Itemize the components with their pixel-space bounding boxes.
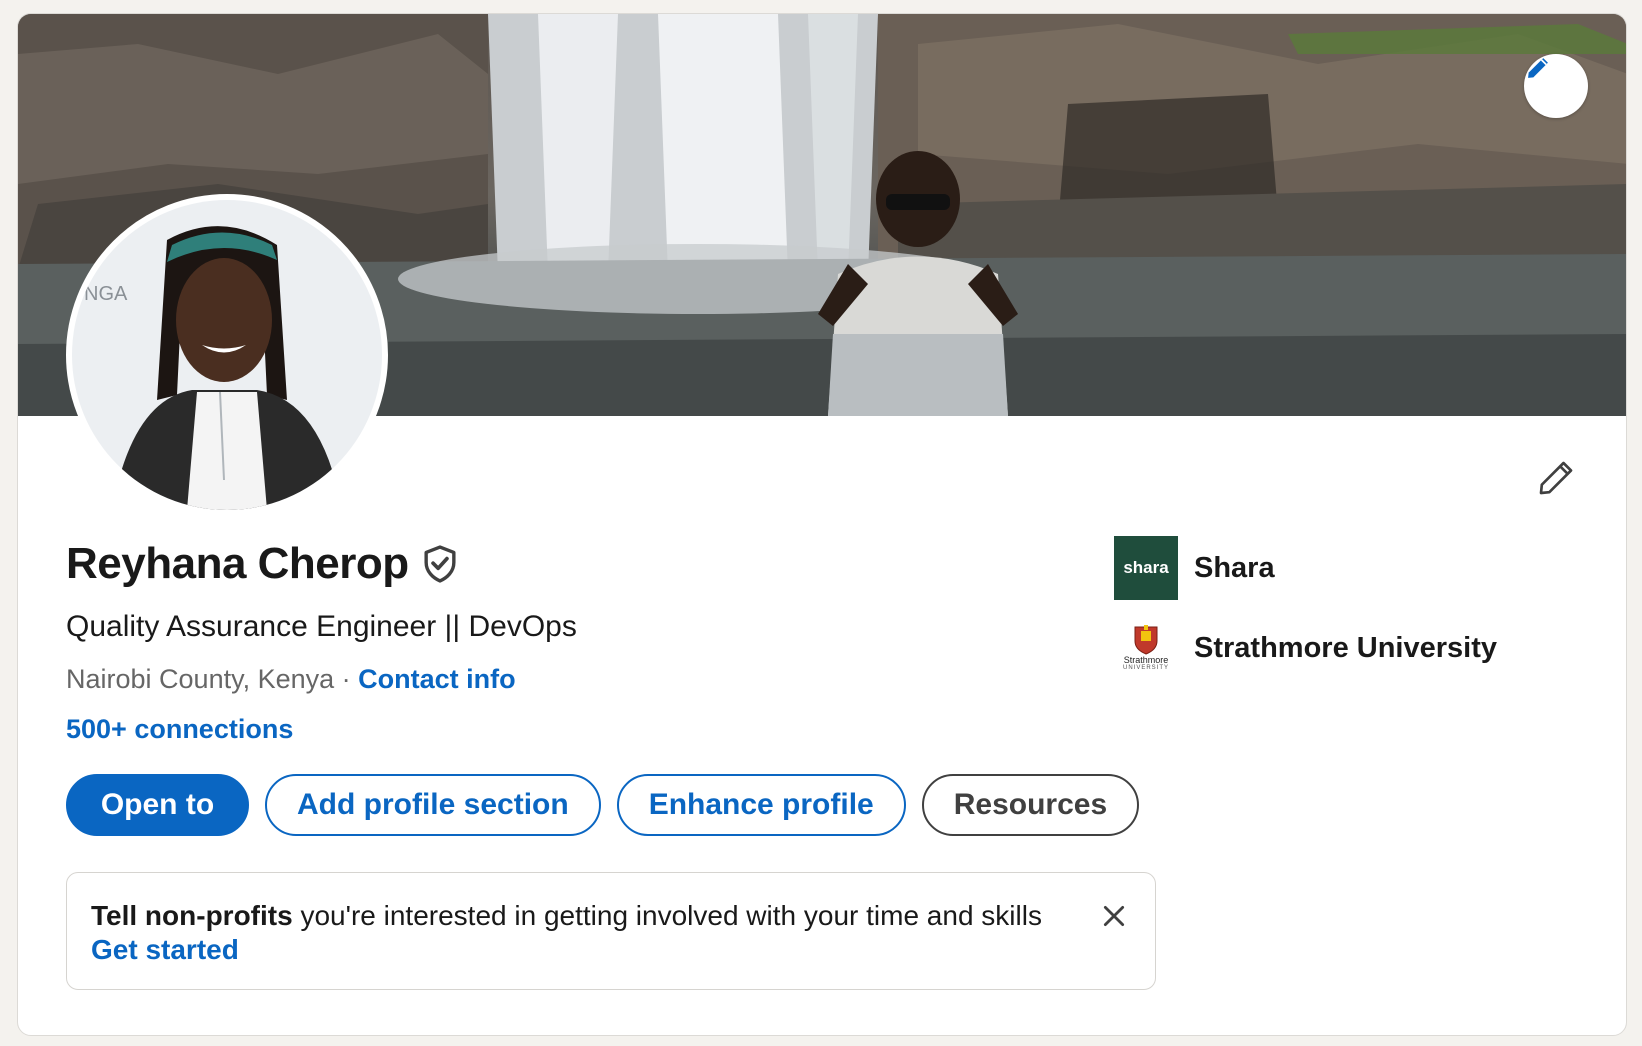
profile-name: Reyhana Cherop [66,539,409,588]
profile-photo[interactable]: NGA [66,194,388,516]
strathmore-logo-subtext: UNIVERSITY [1122,664,1169,671]
close-icon [1103,905,1125,927]
profile-location: Nairobi County, Kenya [66,664,335,694]
connections-link[interactable]: 500+ connections [66,714,293,745]
enhance-profile-button[interactable]: Enhance profile [616,774,906,836]
shara-logo-text: shara [1123,558,1169,577]
profile-headline: Quality Assurance Engineer || DevOps [66,610,577,643]
profile-card: NGA Reyhana Cherop Quality Assurance Eng… [17,13,1627,1036]
shield-check-icon [424,545,456,583]
org-name-shara: Shara [1194,551,1275,584]
profile-photo-illustration: NGA [72,200,382,510]
org-name-strathmore: Strathmore University [1194,631,1497,664]
separator-dot: · [334,664,359,694]
pencil-icon [1539,461,1573,495]
notice-body-text: you're interested in getting involved wi… [292,900,1042,931]
strathmore-logo-text: Strathmore [1123,654,1169,665]
strathmore-logo: Strathmore UNIVERSITY [1114,616,1178,680]
notice-text: Tell non-profits you're interested in ge… [91,899,1131,933]
svg-text:NGA: NGA [84,283,128,305]
get-started-link[interactable]: Get started [91,933,1131,967]
edit-intro-button[interactable] [1530,452,1582,504]
resources-button[interactable]: Resources [921,774,1140,836]
contact-info-link[interactable]: Contact info [358,664,515,694]
add-profile-section-button[interactable]: Add profile section [265,774,601,836]
shara-logo: shara [1114,536,1178,600]
org-strathmore[interactable]: Strathmore UNIVERSITY Strathmore Univers… [1114,616,1497,680]
notice-bold-text: Tell non-profits [91,900,293,931]
edit-cover-button[interactable] [1524,54,1588,118]
pencil-icon [1528,58,1548,78]
organizations-list: shara Shara Strathmore UNIVERSITY Strath… [1114,536,1497,696]
name-row: Reyhana Cherop [66,539,459,589]
open-to-button[interactable]: Open to [66,774,249,836]
dismiss-notice-button[interactable] [1097,899,1131,933]
org-shara[interactable]: shara Shara [1114,536,1497,600]
crest-icon [1134,624,1158,655]
location-row: Nairobi County, Kenya · Contact info [66,664,516,695]
profile-actions: Open to Add profile section Enhance prof… [66,774,1140,836]
verified-badge[interactable] [421,544,459,584]
nonprofit-notice: Tell non-profits you're interested in ge… [66,872,1156,990]
